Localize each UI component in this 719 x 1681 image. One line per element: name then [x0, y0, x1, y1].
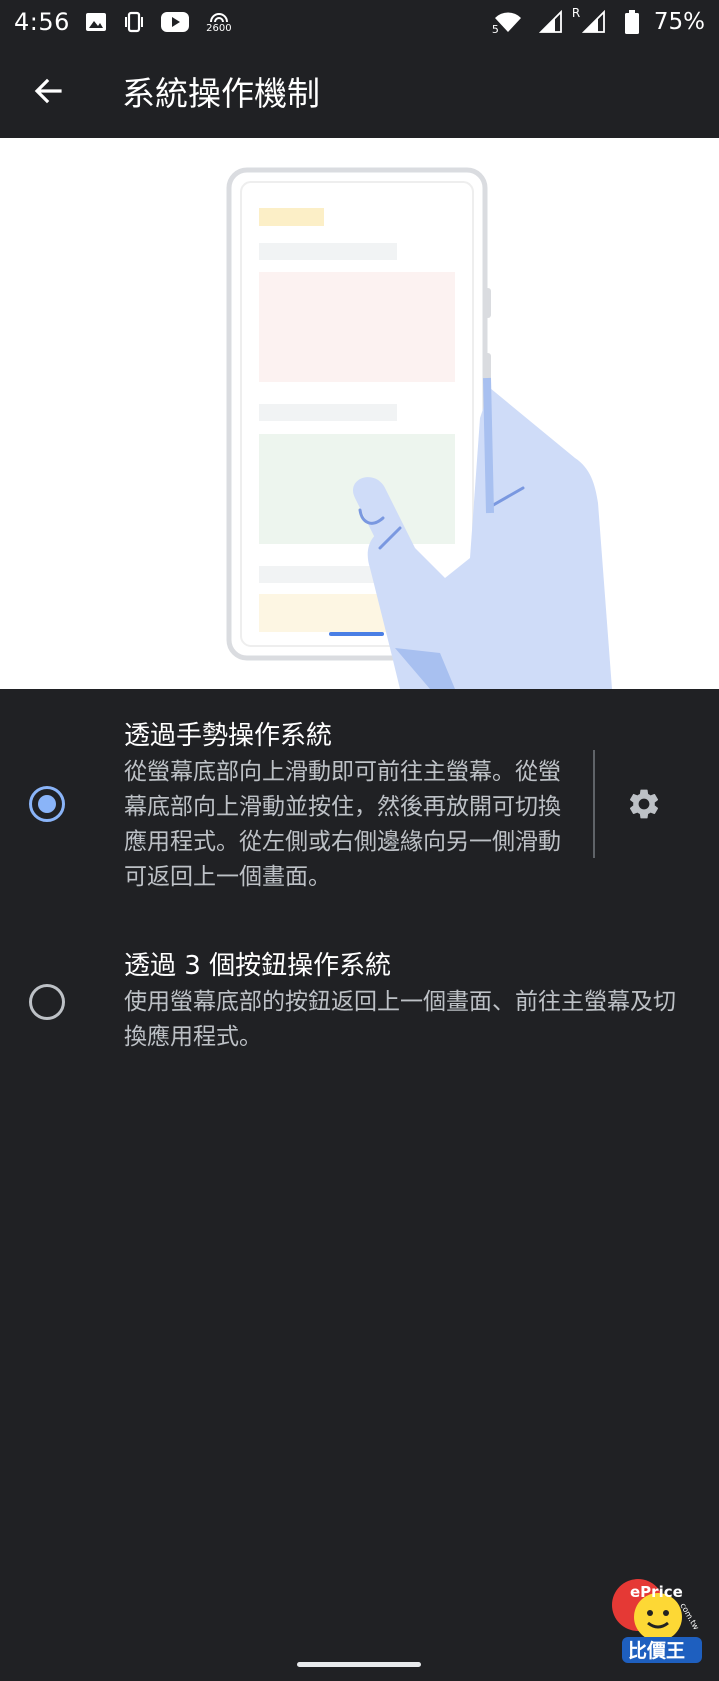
signal-icon	[538, 10, 564, 34]
eprice-watermark-logo: ePrice com.tw 比價王	[608, 1575, 710, 1667]
option-gesture-summary: 從螢幕底部向上滑動即可前往主螢幕。從螢幕底部向上滑動並按住，然後再放開可切換應用…	[124, 759, 561, 890]
back-button[interactable]	[20, 63, 76, 119]
radio-dot	[38, 795, 56, 813]
option-three-button-title: 透過 3 個按鈕操作系統	[124, 951, 392, 981]
option-three-button-summary: 使用螢幕底部的按鈕返回上一個畫面、前往主螢幕及切換應用程式。	[124, 989, 676, 1050]
option-gesture-text: 透過手勢操作系統 從螢幕底部向上滑動即可前往主螢幕。從螢幕底部向上滑動並按住，然…	[124, 718, 566, 895]
svg-text:ePrice: ePrice	[630, 1583, 683, 1601]
wifi-label: 5	[491, 23, 499, 36]
status-time: 4:56	[14, 8, 70, 36]
wifi-icon: 5	[491, 10, 524, 36]
option-gesture-navigation[interactable]: 透過手勢操作系統 從螢幕底部向上滑動即可前往主螢幕。從螢幕底部向上滑動並按住，然…	[0, 718, 719, 898]
gesture-settings-button[interactable]	[620, 780, 668, 828]
option-gesture-title: 透過手勢操作系統	[124, 721, 333, 751]
vertical-divider	[593, 750, 595, 858]
option-three-button-text: 透過 3 個按鈕操作系統 使用螢幕底部的按鈕返回上一個畫面、前往主螢幕及切換應用…	[124, 948, 694, 1055]
app-bar: 系統操作機制	[0, 44, 719, 138]
radio-three-button[interactable]	[29, 984, 65, 1020]
svg-text:比價王: 比價王	[628, 1639, 685, 1662]
roaming-label: R	[571, 6, 581, 20]
youtube-icon	[160, 10, 190, 34]
radio-gesture[interactable]	[29, 786, 65, 822]
page-title: 系統操作機制	[122, 74, 320, 113]
status-bar: 4:56 2600 5 R 75%	[0, 0, 719, 44]
nfc-2600-icon: 2600	[204, 10, 234, 34]
battery-icon	[624, 10, 640, 34]
signal-roaming-icon: R	[572, 6, 610, 34]
image-icon	[84, 10, 108, 34]
nfc-label: 2600	[206, 22, 232, 34]
vibrate-icon	[122, 10, 146, 34]
gear-icon	[629, 789, 659, 819]
arrow-back-icon	[34, 78, 62, 104]
gesture-nav-handle[interactable]	[297, 1662, 421, 1667]
option-three-button-navigation[interactable]: 透過 3 個按鈕操作系統 使用螢幕底部的按鈕返回上一個畫面、前往主螢幕及切換應用…	[0, 948, 719, 1058]
battery-percent: 75%	[653, 9, 705, 35]
gesture-illustration	[0, 138, 719, 689]
